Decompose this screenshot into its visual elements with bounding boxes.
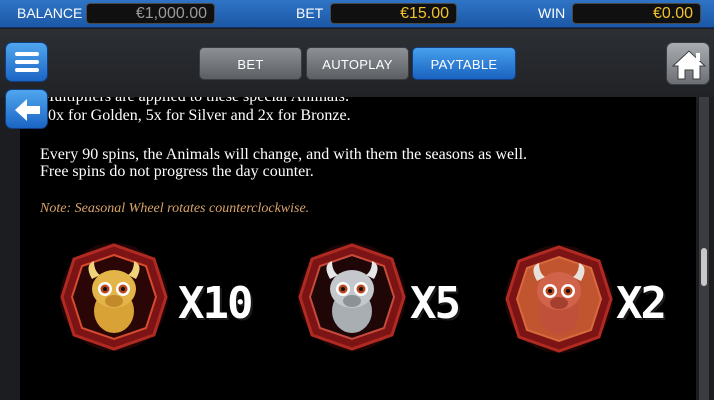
paytable-note: Note: Seasonal Wheel rotates countercloc… bbox=[40, 201, 310, 216]
bet-value: €15.00 bbox=[330, 3, 457, 24]
paytable-text-line: Multipliers are applied to these special… bbox=[40, 97, 349, 106]
win-label: WIN bbox=[538, 5, 566, 21]
multiplier-label: X10 bbox=[178, 278, 253, 329]
balance-label: BALANCE bbox=[17, 5, 83, 21]
balance-value: €1,000.00 bbox=[86, 3, 215, 24]
toolbar: BET AUTOPLAY PAYTABLE bbox=[0, 29, 714, 97]
tab-bet[interactable]: BET bbox=[199, 47, 302, 80]
back-button[interactable] bbox=[5, 89, 48, 129]
paytable-text-line: Every 90 spins, the Animals will change,… bbox=[40, 146, 528, 163]
paytable-panel: Multipliers are applied to these special… bbox=[20, 97, 696, 400]
hamburger-icon bbox=[15, 52, 39, 56]
silver-bull-icon bbox=[298, 243, 406, 351]
hamburger-icon-bar bbox=[15, 68, 39, 72]
bronze-bull-icon bbox=[505, 245, 613, 353]
hamburger-icon-bar bbox=[15, 60, 39, 64]
golden-bull-icon bbox=[60, 243, 168, 351]
arrow-left-icon bbox=[15, 99, 40, 121]
scrollbar-thumb[interactable] bbox=[701, 248, 707, 286]
win-value: €0.00 bbox=[572, 3, 701, 24]
status-bar: BALANCE €1,000.00 BET €15.00 WIN €0.00 bbox=[0, 0, 714, 28]
home-icon bbox=[671, 50, 707, 80]
paytable-text-line: Free spins do not progress the day count… bbox=[40, 163, 314, 180]
bet-label: BET bbox=[296, 5, 324, 21]
multiplier-label: X5 bbox=[410, 278, 461, 329]
tab-autoplay[interactable]: AUTOPLAY bbox=[306, 47, 409, 80]
home-button[interactable] bbox=[666, 42, 710, 85]
menu-button[interactable] bbox=[5, 42, 48, 82]
multiplier-label: X2 bbox=[616, 278, 667, 329]
tab-paytable[interactable]: PAYTABLE bbox=[412, 47, 516, 80]
paytable-text-line: 10x for Golden, 5x for Silver and 2x for… bbox=[40, 107, 351, 124]
